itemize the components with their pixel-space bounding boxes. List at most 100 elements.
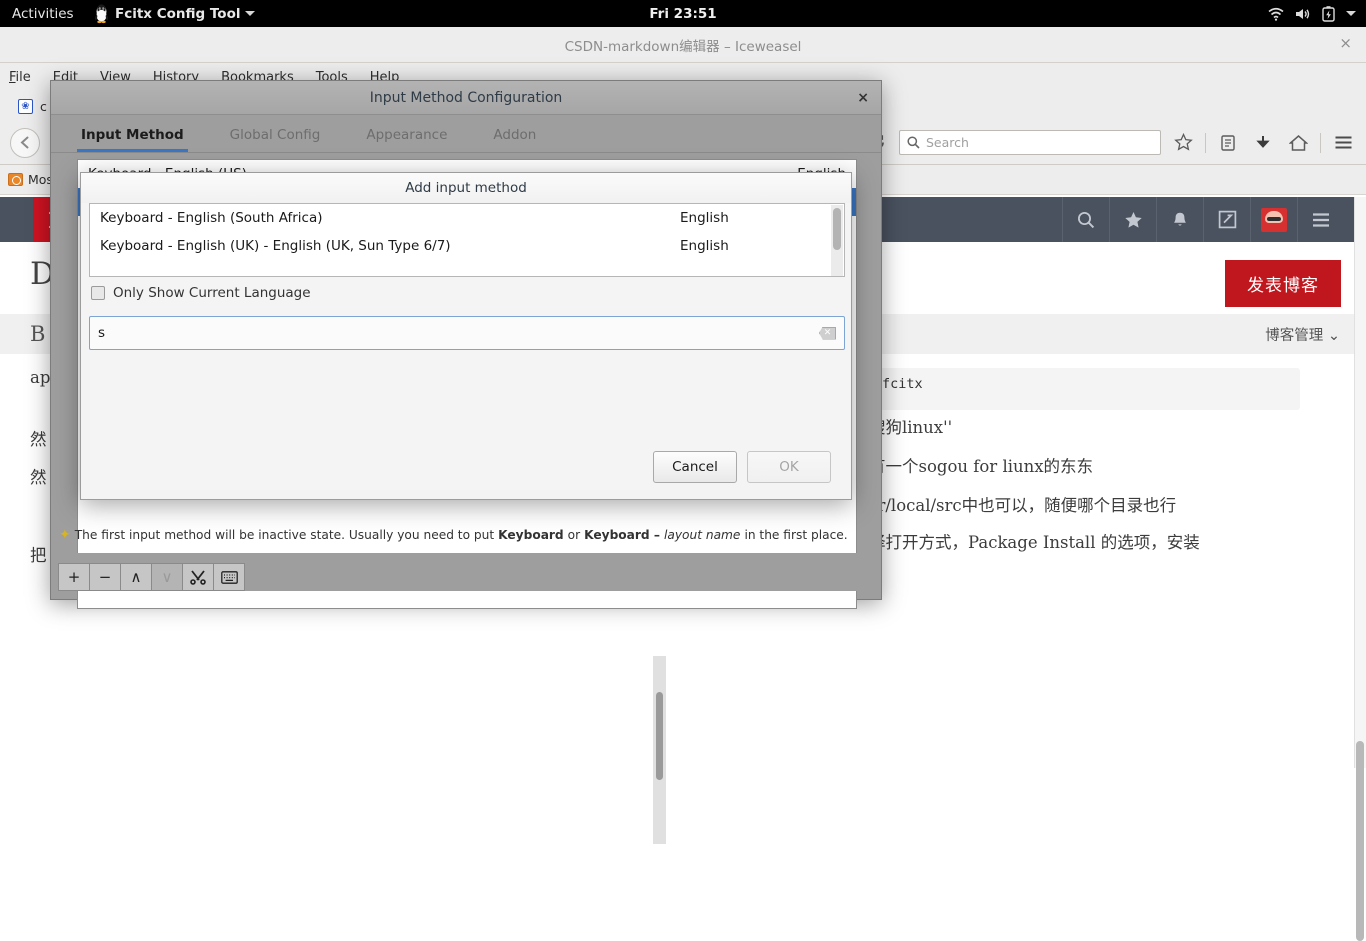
publish-blog-button[interactable]: 发表博客 [1225, 260, 1341, 307]
browser-titlebar: CSDN-markdown编辑器 – Iceweasel × [0, 27, 1366, 63]
code-block: fcitx [870, 368, 1300, 410]
list-item[interactable]: Keyboard - English (UK) - English (UK, S… [90, 232, 844, 260]
article-frag-1: 然 [30, 430, 47, 449]
browser-search-box[interactable]: Search [899, 130, 1161, 155]
inner-scrollbar-thumb[interactable] [656, 692, 663, 780]
code-text: fcitx [882, 376, 923, 392]
fcitx-title-label: Input Method Configuration [369, 89, 563, 106]
browser-search-placeholder: Search [926, 135, 969, 150]
tab-label[interactable]: c [40, 99, 47, 114]
bell-icon [1174, 212, 1186, 226]
hint-suffix: in the first place. [744, 528, 848, 542]
article-line-2: 有一个sogou for liunx的东东 [869, 457, 1094, 476]
checkbox-box[interactable] [91, 286, 105, 300]
tools-icon [190, 570, 206, 585]
toolbar-divider-2 [1320, 132, 1321, 153]
csdn-avatar-button[interactable] [1250, 197, 1297, 242]
add-input-method-button[interactable]: + [58, 563, 90, 591]
only-show-current-language-checkbox[interactable]: Only Show Current Language [91, 285, 311, 301]
download-button[interactable] [1250, 130, 1276, 156]
keyboard-icon [220, 570, 238, 584]
hint-prefix: The first input method will be inactive … [74, 528, 495, 542]
system-tray[interactable] [1268, 5, 1356, 22]
csdn-favorites-button[interactable] [1109, 197, 1156, 242]
tab-appearance[interactable]: Appearance [362, 127, 469, 152]
subbar-fragment: B [30, 322, 46, 346]
article-line-ap: ap [30, 368, 51, 387]
reader-list-icon [1221, 134, 1235, 151]
ok-button: OK [747, 451, 831, 483]
add-dialog-title: Add input method [81, 173, 851, 203]
home-button[interactable] [1285, 130, 1311, 156]
add-input-method-dialog: Add input method Keyboard - English (Sou… [80, 172, 852, 500]
clock[interactable]: Fri 23:51 [0, 6, 1366, 22]
article-line-3: sr/local/src中也可以，随便哪个目录也行 [869, 496, 1177, 515]
search-input-value: s [98, 325, 106, 341]
browser-close-icon[interactable]: × [1339, 36, 1352, 51]
back-button[interactable] [10, 127, 40, 158]
browser-title: CSDN-markdown编辑器 – Iceweasel [564, 38, 802, 55]
battery-charging-icon [1322, 5, 1335, 22]
page-scrollbar-track[interactable] [1354, 197, 1366, 768]
csdn-search-button[interactable] [1062, 197, 1109, 242]
csdn-compose-button[interactable] [1203, 197, 1250, 242]
hint-bold-keyboard-layout: Keyboard – [584, 528, 660, 542]
hamburger-menu-button[interactable] [1330, 130, 1356, 156]
tray-caret-down-icon[interactable] [1346, 11, 1356, 16]
home-icon [1288, 134, 1308, 151]
fcitx-toolbar-buttons: + − ∧ ∨ [58, 563, 245, 591]
compose-icon [1218, 210, 1236, 229]
fcitx-hint: ✦ The first input method will be inactiv… [59, 527, 875, 543]
bookmark-star-button[interactable] [1170, 130, 1196, 156]
sparkle-icon: ✦ [59, 527, 71, 543]
article-frag-2: 然 [30, 468, 47, 487]
hamburger-menu-icon [1313, 212, 1329, 227]
hamburger-menu-icon [1335, 136, 1351, 149]
gnome-top-bar: Activities Fcitx Config Tool Fri 23:51 [0, 0, 1366, 27]
blog-manage-menu[interactable]: 博客管理 ⌄ [1265, 324, 1340, 345]
search-input[interactable]: s ✕ [89, 316, 845, 350]
available-input-method-list[interactable]: Keyboard - English (South Africa) Englis… [89, 203, 845, 277]
available-method-name: Keyboard - English (South Africa) [100, 210, 323, 226]
move-up-button[interactable]: ∧ [120, 563, 152, 591]
wifi-icon [1268, 7, 1284, 21]
blog-manage-label: 博客管理 [1265, 327, 1324, 344]
close-icon[interactable]: × [857, 90, 869, 106]
avatar [1261, 207, 1287, 232]
download-icon [1256, 135, 1270, 148]
volume-icon [1296, 8, 1310, 19]
clear-text-icon[interactable]: ✕ [819, 326, 836, 340]
available-method-language: English [680, 238, 729, 254]
hint-bold-keyboard: Keyboard [498, 528, 564, 542]
star-icon [1124, 211, 1142, 228]
cancel-button[interactable]: Cancel [653, 451, 737, 483]
article-line-4: 择打开方式，Package Install 的选项，安装 [869, 533, 1200, 552]
available-method-name: Keyboard - English (UK) - English (UK, S… [100, 238, 451, 254]
fcitx-titlebar: Input Method Configuration × [51, 81, 881, 115]
back-icon [20, 136, 28, 149]
bookmark-star-icon [1173, 133, 1193, 151]
list-scrollbar-thumb[interactable] [833, 208, 841, 250]
move-down-button: ∨ [151, 563, 183, 591]
tab-global-config[interactable]: Global Config [226, 127, 343, 152]
tab-addon[interactable]: Addon [489, 127, 558, 152]
folder-search-icon [8, 173, 23, 186]
hint-mid: or [567, 528, 581, 542]
bookmark-most-visited[interactable]: Mos [8, 172, 53, 187]
search-icon [907, 136, 920, 149]
csdn-menu-button[interactable] [1297, 197, 1344, 242]
article-frag-3: 把 [30, 546, 47, 565]
remove-input-method-button[interactable]: − [89, 563, 121, 591]
page-scrollbar-thumb[interactable] [1356, 741, 1364, 941]
menu-file[interactable]: File [9, 70, 31, 85]
reader-list-button[interactable] [1215, 130, 1241, 156]
csdn-notifications-button[interactable] [1156, 197, 1203, 242]
add-dialog-buttons: Cancel OK [653, 451, 831, 483]
list-item[interactable]: Keyboard - English (South Africa) Englis… [90, 204, 844, 232]
search-icon [1078, 211, 1095, 228]
configure-button[interactable] [182, 563, 214, 591]
keyboard-layout-button[interactable] [213, 563, 245, 591]
fcitx-tabbar: Input Method Global Config Appearance Ad… [51, 115, 881, 153]
available-method-language: English [680, 210, 729, 226]
tab-input-method[interactable]: Input Method [77, 127, 206, 152]
